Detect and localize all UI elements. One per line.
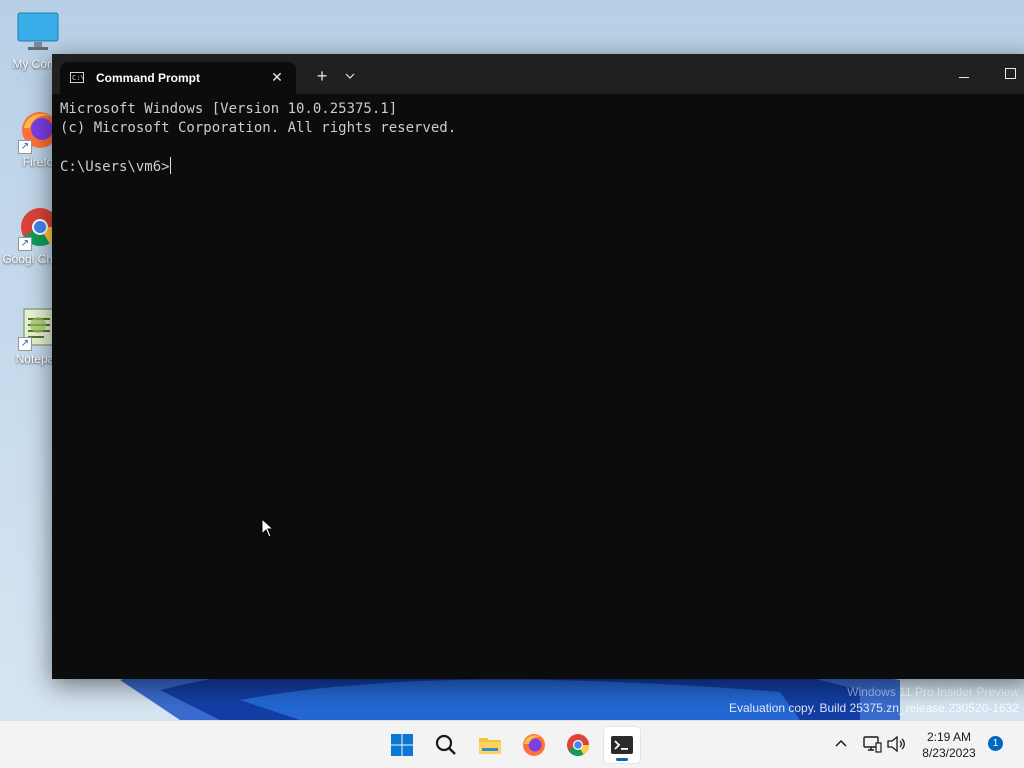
terminal-window[interactable]: C:\ Command Prompt ✕ + Microsoft Windows…: [52, 54, 1024, 679]
firefox-icon: [523, 734, 545, 756]
shortcut-arrow-icon: ↗: [18, 337, 32, 351]
volume-icon[interactable]: [886, 735, 906, 753]
notification-badge[interactable]: 1: [988, 736, 1003, 751]
search-button[interactable]: [428, 727, 464, 763]
start-button[interactable]: [384, 727, 420, 763]
console-line: Microsoft Windows [Version 10.0.25375.1]: [60, 101, 398, 117]
maximize-button[interactable]: [988, 58, 1024, 90]
terminal-taskbar-button[interactable]: [604, 727, 640, 763]
start-icon: [391, 734, 413, 756]
minimize-icon: [959, 77, 969, 78]
shortcut-arrow-icon: ↗: [18, 237, 32, 251]
clock-date: 8/23/2023: [922, 746, 976, 760]
active-indicator: [616, 758, 628, 761]
network-icon[interactable]: [862, 735, 882, 753]
chrome-taskbar-button[interactable]: [560, 727, 596, 763]
tab-close-button[interactable]: ✕: [266, 66, 288, 88]
file-explorer-button[interactable]: [472, 727, 508, 763]
prompt-text: C:\Users\vm6>: [60, 159, 170, 175]
title-bar[interactable]: C:\ Command Prompt ✕ +: [52, 54, 1024, 94]
chevron-down-icon: [345, 73, 355, 79]
shortcut-arrow-icon: ↗: [18, 140, 32, 154]
tab-dropdown-button[interactable]: [338, 64, 362, 88]
clock-time: 2:19 AM: [926, 730, 972, 744]
console-output[interactable]: Microsoft Windows [Version 10.0.25375.1]…: [60, 100, 1024, 671]
show-hidden-icons-chevron-up-icon[interactable]: [832, 735, 850, 753]
console-line: (c) Microsoft Corporation. All rights re…: [60, 120, 457, 136]
firefox-taskbar-button[interactable]: [516, 727, 552, 763]
watermark-line: Evaluation copy. Build 25375.zn_release.…: [729, 701, 1019, 715]
text-cursor: [169, 157, 171, 174]
maximize-icon: [1004, 68, 1016, 80]
watermark-line: Windows 11 Pro Insider Preview: [847, 685, 1019, 699]
prompt-line[interactable]: C:\Users\vm6>: [60, 157, 1024, 176]
new-tab-button[interactable]: +: [310, 64, 334, 88]
clock[interactable]: 2:19 AM 8/23/2023: [914, 729, 984, 761]
terminal-icon: [611, 736, 633, 754]
mouse-pointer-icon: [261, 518, 275, 538]
file-explorer-icon: [479, 738, 501, 754]
search-icon: [435, 734, 456, 755]
minimize-button[interactable]: [942, 58, 986, 90]
cmd-icon: C:\: [70, 72, 85, 83]
tab-title: Command Prompt: [96, 71, 201, 85]
tab-command-prompt[interactable]: C:\ Command Prompt ✕: [60, 62, 296, 94]
computer-icon: [17, 12, 59, 50]
taskbar: 2:19 AM 8/23/2023 1: [0, 720, 1024, 768]
chrome-icon: [567, 734, 589, 756]
evaluation-watermark: Windows 11 Pro Insider Preview Evaluatio…: [729, 684, 1019, 716]
